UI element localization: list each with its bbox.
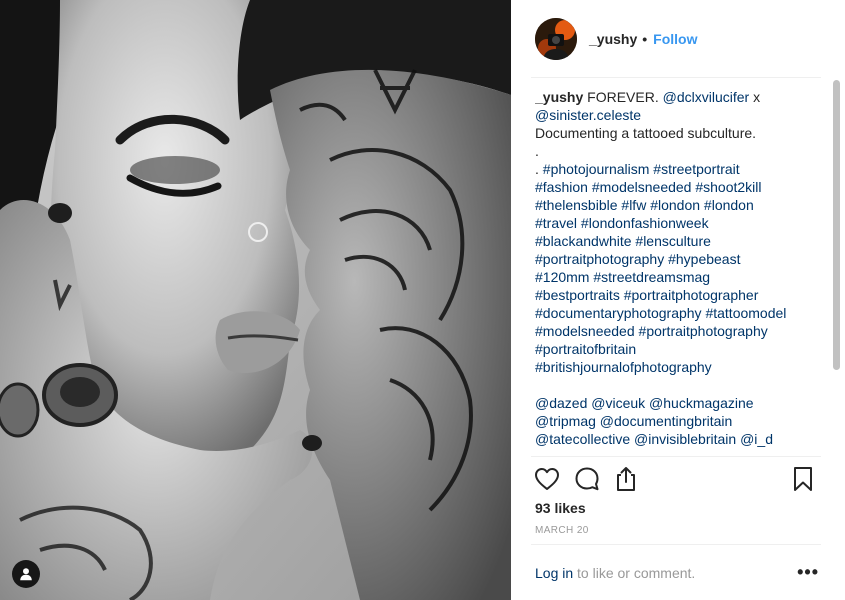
share-button[interactable] bbox=[611, 464, 641, 494]
hashtag-link[interactable]: #fashion bbox=[535, 179, 588, 195]
hashtag-link[interactable]: #portraitphotography bbox=[535, 251, 664, 267]
hashtag-link[interactable]: #thelensbible bbox=[535, 197, 618, 213]
share-icon bbox=[617, 467, 635, 491]
hashtag-link[interactable]: #londonfashionweek bbox=[581, 215, 709, 231]
instagram-post: _yushy • Follow _yushy FOREVER. @dclxvil… bbox=[0, 0, 845, 600]
login-link[interactable]: Log in bbox=[535, 565, 573, 581]
caption-line: #documentaryphotography #tattoomodel bbox=[535, 304, 821, 322]
mention-link[interactable]: @i_d bbox=[740, 431, 773, 447]
caption-author-username[interactable]: _yushy bbox=[535, 89, 583, 105]
caption-line: #modelsneeded #portraitphotography bbox=[535, 322, 821, 340]
caption-text: _yushy FOREVER. @dclxvilucifer x @siniste… bbox=[535, 88, 821, 448]
hashtag-link[interactable]: #lensculture bbox=[635, 233, 711, 249]
caption-line: #thelensbible #lfw #london #london bbox=[535, 196, 821, 214]
caption-line: #blackandwhite #lensculture bbox=[535, 232, 821, 250]
caption-line: #portraitphotography #hypebeast bbox=[535, 250, 821, 268]
black-and-white-portrait-image bbox=[0, 0, 511, 600]
mention-link[interactable]: @viceuk bbox=[591, 395, 645, 411]
mention-link[interactable]: @documentingbritain bbox=[600, 413, 733, 429]
hashtag-link[interactable]: #london bbox=[704, 197, 754, 213]
scrollbar-thumb[interactable] bbox=[833, 80, 840, 370]
header-divider bbox=[531, 77, 821, 78]
hashtag-link[interactable]: #portraitofbritain bbox=[535, 341, 636, 357]
caption-line: #britishjournalofphotography bbox=[535, 358, 821, 376]
save-button[interactable] bbox=[788, 464, 818, 494]
caption-line: @dazed @viceuk @huckmagazine bbox=[535, 394, 821, 412]
separator-dot: • bbox=[642, 31, 648, 47]
mention-link[interactable]: @sinister.celeste bbox=[535, 107, 641, 123]
caption-line: _yushy FOREVER. @dclxvilucifer x bbox=[535, 88, 821, 106]
caption-line: . #photojournalism #streetportrait bbox=[535, 160, 821, 178]
hashtag-link[interactable]: #hypebeast bbox=[668, 251, 740, 267]
hashtag-link[interactable]: #travel bbox=[535, 215, 577, 231]
profile-photo-icon bbox=[535, 18, 577, 60]
tagged-people-button[interactable] bbox=[12, 560, 40, 588]
hashtag-link[interactable]: #streetportrait bbox=[653, 161, 739, 177]
post-header: _yushy • Follow bbox=[511, 0, 845, 78]
bookmark-icon bbox=[794, 467, 812, 491]
caption-line: #travel #londonfashionweek bbox=[535, 214, 821, 232]
hashtag-link[interactable]: #portraitphotographer bbox=[624, 287, 759, 303]
caption-line: . bbox=[535, 142, 821, 160]
hashtag-link[interactable]: #london bbox=[650, 197, 700, 213]
avatar[interactable] bbox=[535, 18, 577, 60]
follow-button[interactable]: Follow bbox=[653, 31, 697, 47]
like-button[interactable] bbox=[532, 464, 562, 494]
more-options-button[interactable]: ••• bbox=[797, 563, 819, 581]
post-side-panel: _yushy • Follow _yushy FOREVER. @dclxvil… bbox=[511, 0, 845, 600]
mention-link[interactable]: @tripmag bbox=[535, 413, 596, 429]
caption-line: #bestportraits #portraitphotographer bbox=[535, 286, 821, 304]
hashtag-link[interactable]: #documentaryphotography bbox=[535, 305, 702, 321]
caption-text-segment: x bbox=[749, 89, 761, 105]
caption-text-segment: Documenting a tattooed subculture. bbox=[535, 125, 757, 141]
hashtag-link[interactable]: #lfw bbox=[621, 197, 646, 213]
mention-link[interactable]: @dclxvilucifer bbox=[663, 89, 750, 105]
comment-icon bbox=[575, 467, 599, 491]
caption-line: @tripmag @documentingbritain bbox=[535, 412, 821, 430]
caption-text-segment: . bbox=[535, 143, 539, 159]
hashtag-link[interactable]: #modelsneeded bbox=[592, 179, 692, 195]
mention-link[interactable]: @huckmagazine bbox=[649, 395, 754, 411]
caption-text-segment: FOREVER. bbox=[583, 89, 663, 105]
caption-line: #fashion #modelsneeded #shoot2kill bbox=[535, 178, 821, 196]
caption-line: #120mm #streetdreamsmag bbox=[535, 268, 821, 286]
login-prompt: Log in to like or comment. bbox=[535, 565, 831, 581]
author-username[interactable]: _yushy bbox=[589, 31, 637, 47]
person-tag-icon bbox=[20, 568, 32, 581]
hashtag-link[interactable]: #shoot2kill bbox=[695, 179, 761, 195]
caption-text-segment: . bbox=[535, 161, 543, 177]
post-photo[interactable] bbox=[0, 0, 511, 600]
mention-link[interactable]: @dazed bbox=[535, 395, 587, 411]
caption-line: @sinister.celeste bbox=[535, 106, 821, 124]
caption-scroll-area[interactable]: _yushy FOREVER. @dclxvilucifer x @siniste… bbox=[535, 88, 821, 452]
hashtag-link[interactable]: #streetdreamsmag bbox=[593, 269, 710, 285]
hashtag-link[interactable]: #modelsneeded bbox=[535, 323, 635, 339]
likes-count[interactable]: 93 likes bbox=[535, 500, 586, 516]
action-bar bbox=[532, 464, 822, 496]
hashtag-link[interactable]: #tattoomodel bbox=[705, 305, 786, 321]
hashtag-link[interactable]: #120mm bbox=[535, 269, 589, 285]
mention-link[interactable]: @invisiblebritain bbox=[634, 431, 736, 447]
hashtag-link[interactable]: #bestportraits bbox=[535, 287, 620, 303]
mention-link[interactable]: @tatecollective bbox=[535, 431, 630, 447]
comment-divider bbox=[531, 544, 821, 545]
actions-divider bbox=[531, 456, 821, 457]
caption-line: Documenting a tattooed subculture. bbox=[535, 124, 821, 142]
header-meta: _yushy • Follow bbox=[589, 31, 697, 47]
hashtag-link[interactable]: #photojournalism bbox=[543, 161, 650, 177]
caption-line: @tatecollective @invisiblebritain @i_d bbox=[535, 430, 821, 448]
caption-scrollbar[interactable] bbox=[831, 80, 841, 456]
heart-icon bbox=[535, 468, 559, 490]
comment-button[interactable] bbox=[572, 464, 602, 494]
login-prompt-text: to like or comment. bbox=[573, 565, 696, 581]
hashtag-link[interactable]: #portraitphotography bbox=[639, 323, 768, 339]
hashtag-link[interactable]: #blackandwhite bbox=[535, 233, 632, 249]
caption-line: #portraitofbritain bbox=[535, 340, 821, 358]
hashtag-link[interactable]: #britishjournalofphotography bbox=[535, 359, 712, 375]
post-date[interactable]: MARCH 20 bbox=[535, 525, 589, 536]
